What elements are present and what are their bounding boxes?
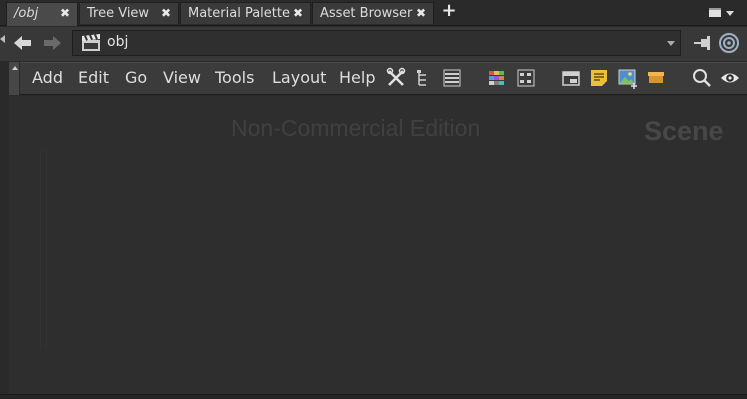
menu-go[interactable]: Go: [125, 67, 147, 89]
add-tab-button[interactable]: +: [440, 2, 458, 22]
tab-obj[interactable]: /obj ✖: [6, 2, 78, 26]
network-path-field[interactable]: [72, 30, 681, 56]
menu-layout[interactable]: Layout: [272, 67, 326, 89]
list-view-icon[interactable]: [442, 67, 462, 89]
search-icon[interactable]: [692, 67, 712, 89]
tab-label: Tree View: [87, 6, 150, 21]
link-target-icon[interactable]: [718, 32, 740, 54]
close-icon[interactable]: ✖: [60, 3, 70, 24]
pane-bottom-edge: [0, 394, 747, 399]
menu-view[interactable]: View: [163, 67, 201, 89]
shape-palette-icon[interactable]: [516, 67, 536, 89]
menu-tools[interactable]: Tools: [215, 67, 254, 89]
toolbar-collapse-icon[interactable]: [12, 66, 18, 70]
pane-menu-icon[interactable]: [709, 8, 721, 17]
display-eye-icon[interactable]: [720, 67, 740, 89]
pin-icon[interactable]: [692, 33, 714, 53]
forward-arrow-icon[interactable]: [41, 33, 63, 53]
pane-menu-caret-icon[interactable]: [726, 11, 734, 16]
tab-label: /obj: [14, 6, 39, 21]
close-icon[interactable]: ✖: [161, 3, 171, 24]
color-palette-icon[interactable]: [487, 67, 507, 89]
collapse-arrow-icon[interactable]: [0, 35, 5, 43]
dashboard-icon[interactable]: [646, 67, 666, 89]
close-icon[interactable]: ✖: [293, 3, 303, 24]
tab-label: Asset Browser: [320, 6, 413, 21]
network-path-text: obj: [107, 34, 129, 50]
tab-asset-browser[interactable]: Asset Browser ✖: [312, 2, 434, 24]
tab-tree-view[interactable]: Tree View ✖: [79, 2, 179, 24]
context-label: Scene: [644, 116, 724, 146]
obj-network-icon: [80, 33, 102, 53]
background-image-icon[interactable]: [617, 67, 637, 89]
tree-layout-icon[interactable]: [414, 67, 434, 89]
tab-material-palette[interactable]: Material Palette ✖: [180, 2, 311, 24]
network-box-icon[interactable]: [561, 67, 581, 89]
sticky-note-icon[interactable]: [589, 67, 609, 89]
edition-watermark: Non-Commercial Edition: [231, 115, 481, 141]
menu-help[interactable]: Help: [339, 67, 375, 89]
close-icon[interactable]: ✖: [416, 3, 426, 24]
canvas-grid-line: [40, 150, 41, 350]
left-gutter: [0, 61, 9, 394]
menu-add[interactable]: Add: [32, 67, 63, 89]
back-arrow-icon[interactable]: [12, 33, 34, 53]
tab-label: Material Palette: [188, 6, 290, 21]
tools-icon[interactable]: [386, 67, 406, 89]
path-dropdown-icon[interactable]: [667, 41, 675, 46]
menu-edit[interactable]: Edit: [78, 67, 109, 89]
canvas-grid-line: [46, 150, 47, 350]
